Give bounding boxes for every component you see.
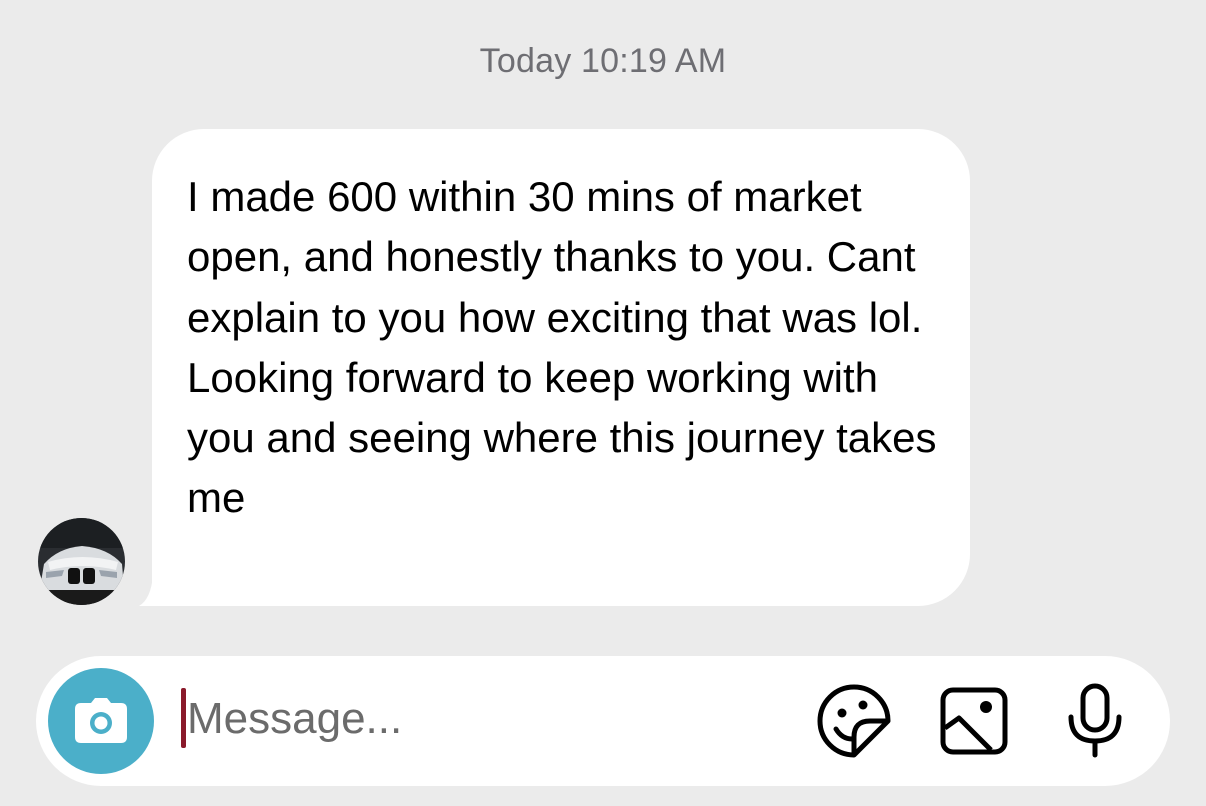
text-caret — [181, 688, 186, 748]
sender-avatar[interactable] — [38, 518, 125, 605]
sticker-button[interactable] — [816, 683, 892, 759]
camera-icon — [75, 698, 127, 743]
sticker-icon — [817, 684, 891, 758]
message-composer — [36, 656, 1170, 786]
received-message-bubble[interactable]: I made 600 within 30 mins of market open… — [152, 129, 970, 606]
chat-timestamp: Today 10:19 AM — [479, 42, 727, 80]
camera-button[interactable] — [48, 668, 154, 774]
message-text: I made 600 within 30 mins of market open… — [187, 173, 937, 522]
gallery-button[interactable] — [936, 683, 1012, 759]
message-input[interactable] — [187, 686, 767, 752]
avatar-photo — [38, 518, 125, 605]
microphone-button[interactable] — [1057, 683, 1133, 759]
microphone-icon — [1068, 683, 1122, 758]
gallery-icon — [940, 687, 1008, 755]
